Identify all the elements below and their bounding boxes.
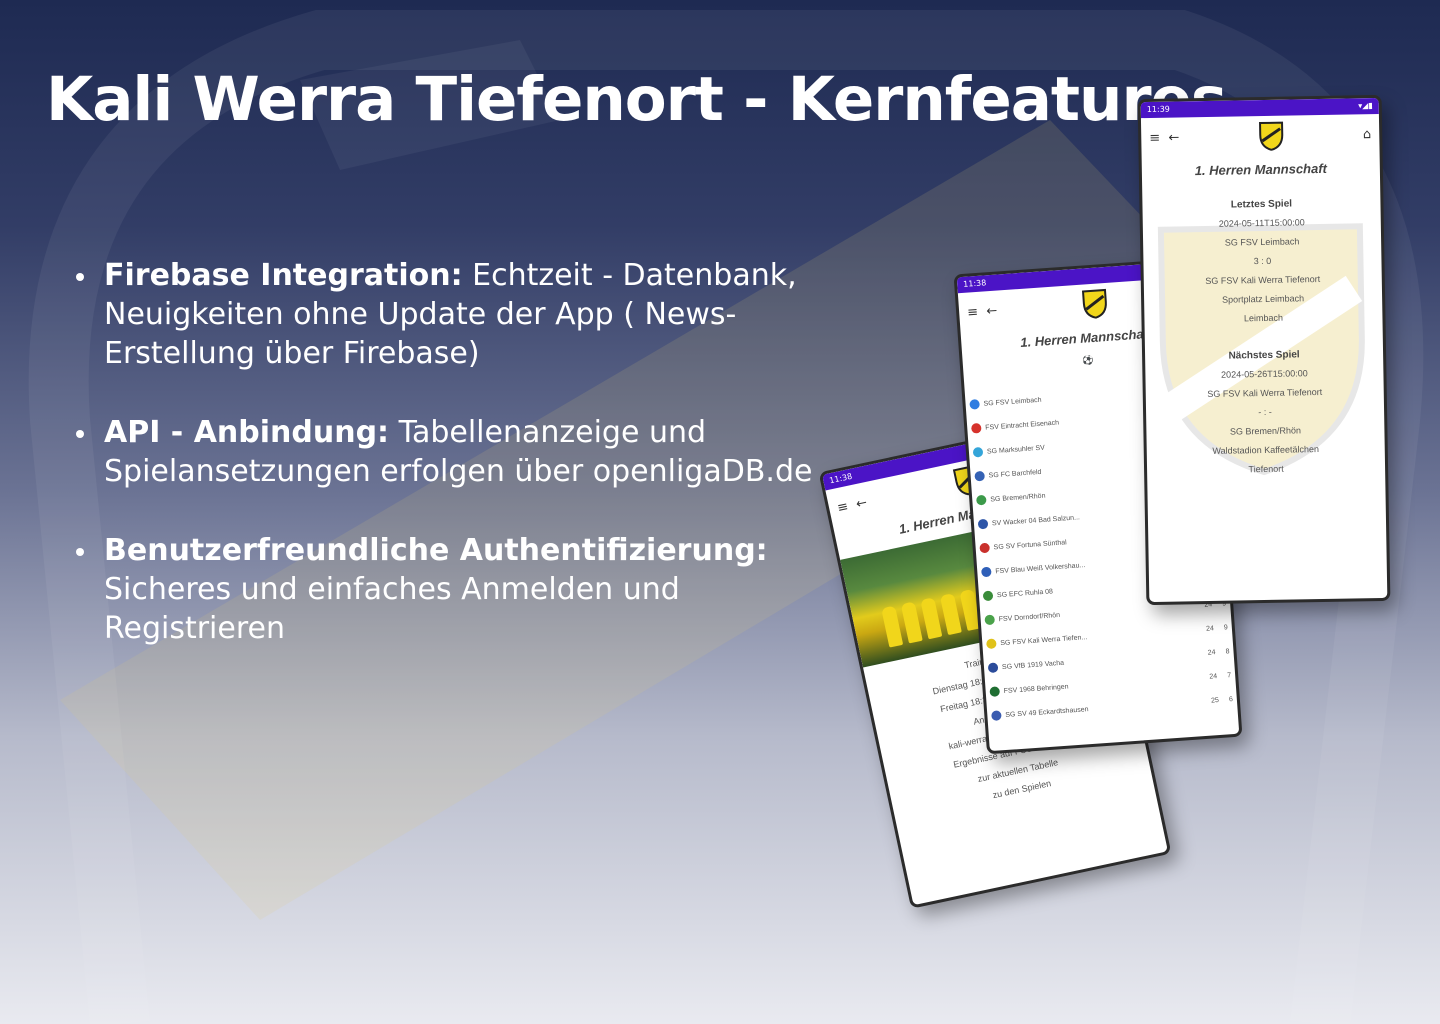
- bullet-dot: [76, 430, 84, 438]
- menu-icon[interactable]: ≡: [967, 304, 979, 320]
- feature-item-firebase: Firebase Integration: Echtzeit - Datenba…: [72, 256, 832, 373]
- last-match: Letztes Spiel 2024-05-11T15:00:00 SG FSV…: [1205, 198, 1321, 324]
- feature-item-auth: Benutzerfreundliche Authentifizierung: S…: [72, 531, 832, 648]
- feature-heading: API - Anbindung:: [104, 415, 390, 450]
- feature-item-api: API - Anbindung: Tabellenanzeige und Spi…: [72, 413, 832, 491]
- menu-icon[interactable]: ≡: [1149, 130, 1160, 145]
- menu-icon[interactable]: ≡: [836, 499, 850, 516]
- back-icon[interactable]: ←: [1168, 130, 1179, 145]
- back-icon[interactable]: ←: [986, 303, 998, 319]
- home-icon[interactable]: ⌂: [1363, 127, 1372, 142]
- club-logo-icon: [1258, 121, 1284, 151]
- feature-heading: Benutzerfreundliche Authentifizierung:: [104, 533, 768, 568]
- club-logo-icon: [1081, 288, 1107, 319]
- next-match: Nächstes Spiel 2024-05-26T15:00:00 SG FS…: [1207, 349, 1323, 475]
- feature-text: Sicheres und einfaches Anmelden und Regi…: [104, 572, 680, 646]
- back-icon[interactable]: ←: [855, 495, 869, 512]
- page-title: Kali Werra Tiefenort - Kernfeatures: [46, 64, 1227, 135]
- feature-list: Firebase Integration: Echtzeit - Datenba…: [72, 256, 832, 688]
- matches-page-title: 1. Herren Mannschaft: [1194, 160, 1328, 179]
- app-bar: ≡ ← ⌂: [1141, 114, 1380, 158]
- phone-mockup-matches: 11:39 ▾◢▮ ≡ ← ⌂ 1. Herren Mannschaft Letz…: [1137, 94, 1391, 606]
- bullet-dot: [76, 548, 84, 556]
- bullet-dot: [76, 273, 84, 281]
- feature-heading: Firebase Integration:: [104, 258, 463, 293]
